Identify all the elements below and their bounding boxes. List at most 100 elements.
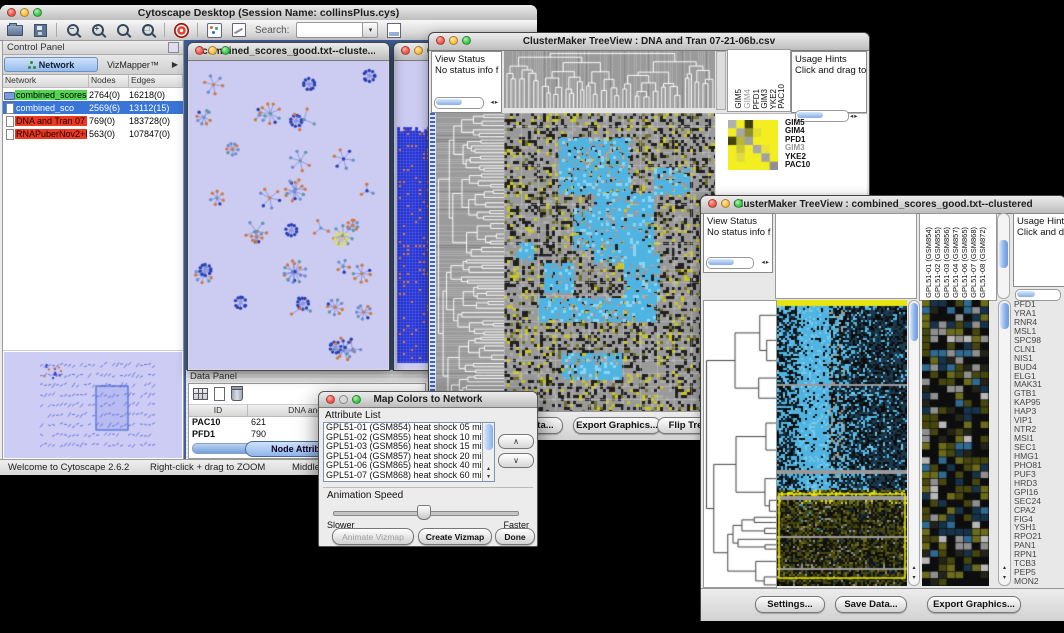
treeview-combined-window: ClusterMaker TreeView : combined_scores_…: [700, 195, 1064, 621]
settings-button[interactable]: Settings...: [755, 596, 825, 613]
treeview-dna-titlebar[interactable]: ClusterMaker TreeView : DNA and Tran 07-…: [429, 33, 869, 51]
scroll-arrows-icon[interactable]: ◂▸: [761, 257, 770, 268]
move-up-button[interactable]: ∧: [498, 434, 534, 449]
network-row-icon: [3, 116, 15, 126]
network-row-icon: [3, 103, 15, 113]
close-button[interactable]: [436, 36, 445, 45]
scroll-arrows-icon[interactable]: ◂▸: [850, 112, 859, 120]
minimize-button[interactable]: [20, 8, 29, 17]
minimize-button[interactable]: [449, 36, 458, 45]
tab-overflow-button[interactable]: ▶: [168, 60, 182, 69]
minimize-button[interactable]: [414, 46, 423, 55]
column-tree-panel: [775, 213, 917, 299]
zoom-button[interactable]: [352, 395, 361, 404]
minimize-button[interactable]: [721, 199, 730, 208]
vizmapper-button[interactable]: [205, 22, 223, 39]
heatmap-global-canvas[interactable]: [504, 113, 715, 411]
treeview-combined-titlebar[interactable]: ClusterMaker TreeView : combined_scores_…: [701, 196, 1064, 214]
attribute-item[interactable]: GPL51-01 (GSM854) heat shock 05 min: [324, 423, 494, 433]
control-panel-header: Control Panel: [3, 41, 183, 55]
zoom-button[interactable]: [221, 46, 230, 55]
delete-attribute-icon[interactable]: [231, 388, 243, 401]
attribute-item[interactable]: GPL51-06 (GSM865) heat shock 40 min: [324, 461, 494, 471]
dialog-titlebar[interactable]: Map Colors to Network: [319, 392, 537, 408]
network-table-row[interactable]: RNAPuberNov2+I 563(0) 107847(0): [3, 127, 183, 140]
main-titlebar[interactable]: Cytoscape Desktop (Session Name: collins…: [0, 5, 537, 21]
zoom-button[interactable]: [462, 36, 471, 45]
heatmap-zoom-canvas[interactable]: [922, 300, 989, 586]
zoom-selected-icon: [117, 24, 129, 36]
zoom-selected-button[interactable]: [114, 22, 132, 39]
open-session-button[interactable]: [6, 22, 24, 39]
column-dendrogram-canvas[interactable]: [504, 51, 715, 108]
zoom-fit-button[interactable]: □: [139, 22, 157, 39]
gene-list-vscrollbar[interactable]: ▴ ▾: [998, 300, 1011, 586]
attribute-item[interactable]: GPL51-02 (GSM855) heat shock 10 min: [324, 433, 494, 443]
row-tree-scrollstrip[interactable]: [430, 113, 435, 411]
view-status-hscrollbar[interactable]: [434, 97, 484, 109]
speed-slider-thumb[interactable]: [417, 505, 431, 520]
network-table-row[interactable]: combined_scores 2764(0) 16218(0): [3, 88, 183, 101]
attribute-browser-button[interactable]: [385, 22, 403, 39]
zoom-in-button[interactable]: +: [89, 22, 107, 39]
move-down-button[interactable]: ∨: [498, 453, 534, 468]
view-status-hscrollbar[interactable]: [706, 257, 754, 269]
network-view-canvas[interactable]: [189, 61, 388, 369]
network-table-row[interactable]: combined_sco 2569(6) 13112(15): [3, 101, 183, 114]
search-input[interactable]: ▾: [296, 22, 364, 38]
scroll-up-icon[interactable]: ▴: [999, 565, 1010, 571]
summary-matrix-canvas[interactable]: [728, 120, 778, 170]
life-preserver-icon: [174, 23, 189, 38]
heatmap-global-canvas[interactable]: [777, 300, 907, 586]
labels-vscrollbar[interactable]: [997, 213, 1010, 299]
scroll-up-icon[interactable]: ▴: [909, 565, 919, 571]
status-welcome: Welcome to Cytoscape 2.6.2: [8, 462, 129, 473]
column-label: GPL51-08 (GSM872): [978, 227, 987, 298]
close-button[interactable]: [7, 8, 16, 17]
treeview-dna-title: ClusterMaker TreeView : DNA and Tran 07-…: [523, 36, 775, 47]
gene-label[interactable]: MON2: [1014, 577, 1064, 586]
close-button[interactable]: [326, 395, 335, 404]
row-dendrogram-canvas[interactable]: [703, 300, 777, 588]
minimize-button[interactable]: [208, 46, 217, 55]
scroll-up-icon[interactable]: ▴: [483, 466, 494, 473]
attribute-item[interactable]: GPL51-07 (GSM868) heat shock 60 min: [324, 471, 494, 481]
zoom-button[interactable]: [33, 8, 42, 17]
close-button[interactable]: [401, 46, 410, 55]
scroll-down-icon[interactable]: ▾: [999, 575, 1010, 581]
row-dendrogram-canvas[interactable]: [436, 113, 504, 411]
done-button[interactable]: Done: [495, 528, 535, 545]
treeview-combined-title: ClusterMaker TreeView : combined_scores_…: [733, 199, 1032, 210]
close-button[interactable]: [708, 199, 717, 208]
help-button[interactable]: [172, 22, 190, 39]
annotation-button[interactable]: [230, 22, 248, 39]
network-canvas-frame: [189, 61, 388, 369]
select-attributes-icon[interactable]: [193, 388, 208, 400]
zoom-out-button[interactable]: −: [64, 22, 82, 39]
scroll-arrows-icon[interactable]: ◂▸: [490, 97, 499, 108]
new-attribute-icon[interactable]: [214, 387, 225, 401]
search-label: Search:: [255, 25, 289, 36]
attribute-item[interactable]: GPL51-03 (GSM856) heat shock 15 min: [324, 442, 494, 452]
tab-network[interactable]: Network: [4, 57, 98, 72]
save-session-button[interactable]: [31, 22, 49, 39]
scroll-down-icon[interactable]: ▾: [483, 474, 494, 481]
close-button[interactable]: [195, 46, 204, 55]
network-overview-panel[interactable]: [4, 352, 182, 458]
network-overview-canvas[interactable]: [4, 352, 182, 456]
network-table-row[interactable]: DNA and Tran 07 769(0) 183728(0): [3, 114, 183, 127]
network-window-titlebar[interactable]: combined_scores_good.txt--cluste...: [188, 43, 389, 61]
attribute-listbox[interactable]: GPL51-01 (GSM854) heat shock 05 minGPL51…: [323, 422, 495, 482]
search-dropdown-icon[interactable]: ▾: [362, 22, 378, 38]
export-graphics-button[interactable]: Export Graphics...: [573, 417, 661, 434]
scroll-down-icon[interactable]: ▾: [909, 575, 919, 581]
tab-vizmapper[interactable]: VizMapper™: [98, 60, 168, 70]
zoom-button[interactable]: [734, 199, 743, 208]
create-vizmap-button[interactable]: Create Vizmap: [418, 528, 492, 545]
attribute-list-vscrollbar[interactable]: ▴ ▾: [482, 423, 494, 481]
attribute-item[interactable]: GPL51-04 (GSM857) heat shock 20 min: [324, 452, 494, 462]
float-panel-icon[interactable]: [168, 42, 179, 53]
save-data-button[interactable]: Save Data...: [835, 596, 907, 613]
heatmap-vscrollbar[interactable]: ▴ ▾: [908, 300, 920, 586]
export-graphics-button[interactable]: Export Graphics...: [927, 596, 1021, 613]
